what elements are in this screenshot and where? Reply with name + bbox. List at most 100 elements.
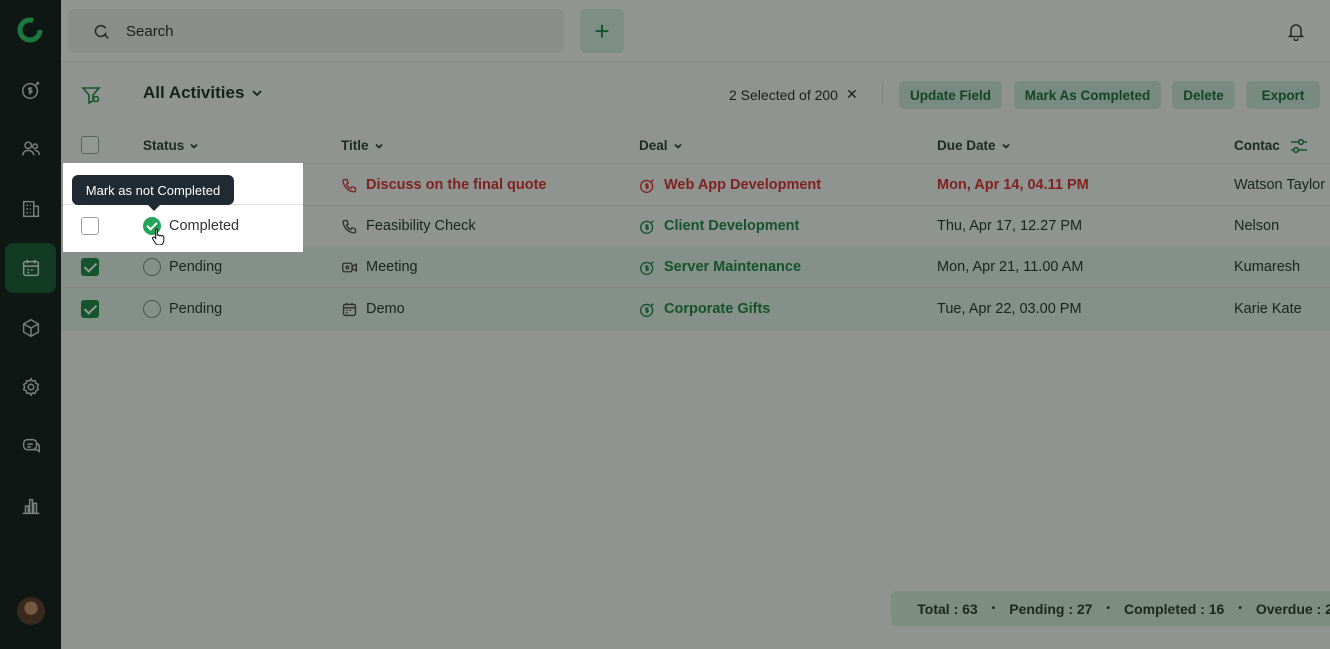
gear-icon [22,377,39,397]
row-checkbox[interactable] [81,217,99,235]
hand-cursor-icon [152,228,165,245]
summary-overdue: Overdue : 20 [1255,600,1330,617]
sidebar-item-messages[interactable] [5,421,56,471]
selection-info: 2 Selected of 200 ✕ [729,86,858,103]
main-area: Search + All Activities 2 Selected of 20… [61,0,1330,649]
calendar-icon [342,302,357,316]
calendar-icon [22,259,39,277]
sidebar-item-deals[interactable] [5,65,56,115]
export-button[interactable]: Export [1246,81,1320,109]
bar-chart-icon [22,498,39,515]
status-radio[interactable] [143,258,161,276]
select-all-checkbox[interactable] [81,136,99,154]
table-row[interactable]: Pending Demo Corporate Gifts Tue, Apr 22… [61,288,1330,330]
column-header-title[interactable]: Title [341,138,385,153]
due-date-cell: Mon, Apr 14, 04.11 PM [937,177,1089,193]
view-title: All Activities [143,83,245,102]
status-label: Completed [169,218,240,234]
box-icon [22,318,39,338]
status-cell[interactable]: Pending [143,246,222,288]
chat-icon [22,438,40,453]
column-header-deal[interactable]: Deal [639,138,684,153]
chevron-down-icon [1001,143,1010,149]
activity-title: Meeting [366,259,418,275]
summary-separator: • [1238,603,1242,614]
column-header-label: Contac [1234,138,1280,153]
users-icon [21,141,40,156]
title-cell[interactable]: Meeting [341,246,418,288]
contact-cell[interactable]: Kumaresh [1234,246,1300,288]
sidebar-item-companies[interactable] [5,184,56,234]
selected-count: 2 Selected of 200 [729,86,838,103]
view-selector[interactable]: All Activities [143,83,264,103]
activity-title: Feasibility Check [366,218,476,234]
status-label: Pending [169,259,223,275]
video-icon [342,262,357,272]
title-cell[interactable]: Feasibility Check [341,205,476,247]
row-checkbox[interactable] [81,300,99,318]
chevron-down-icon [252,90,263,97]
bell-icon[interactable] [1286,21,1306,41]
contact-cell[interactable]: Watson Taylor [1234,164,1325,206]
top-bar: Search + [61,0,1330,62]
dollar-target-icon [640,260,654,275]
deal-cell[interactable]: Corporate Gifts [639,288,770,330]
column-header-status[interactable]: Status [143,138,200,153]
add-button[interactable]: + [580,9,624,53]
status-cell[interactable]: Pending [143,288,222,330]
avatar[interactable] [17,597,45,625]
sidebar-item-products[interactable] [5,303,56,353]
sidebar-item-reports[interactable] [5,481,56,531]
sidebar-item-contacts[interactable] [5,124,56,174]
activity-title: Discuss on the final quote [366,177,547,193]
delete-button[interactable]: Delete [1172,81,1235,109]
search-input[interactable]: Search [68,9,564,53]
contact-cell[interactable]: Nelson [1234,205,1279,247]
deal-name: Client Development [664,218,800,234]
tooltip: Mark as not Completed [72,175,234,211]
sidebar [0,0,61,649]
status-radio[interactable] [143,300,161,318]
dollar-target-icon [640,178,654,193]
summary-pending: Pending : 27 [1009,600,1093,617]
row-checkbox[interactable] [81,258,99,276]
chevron-down-icon [190,143,198,149]
due-date-cell: Mon, Apr 21, 11.00 AM [937,259,1084,275]
deal-cell[interactable]: Server Maintenance [639,246,801,288]
summary-completed: Completed : 16 [1123,600,1225,617]
spotlight-row[interactable]: Completed [63,205,303,247]
clear-selection-icon[interactable]: ✕ [846,86,858,103]
deal-name: Web App Development [664,177,822,193]
divider [882,82,883,106]
title-cell[interactable]: Demo [341,288,405,330]
deal-name: Server Maintenance [664,259,802,275]
column-header-label: Status [143,138,185,153]
sidebar-item-activities[interactable] [5,243,56,293]
deal-name: Corporate Gifts [664,301,771,317]
title-cell[interactable]: Discuss on the final quote [341,164,546,206]
summary-separator: • [991,603,996,614]
deal-cell[interactable]: Client Development [639,205,799,247]
dollar-target-icon [640,219,654,234]
column-header-label: Deal [639,138,668,153]
column-header-contact[interactable]: Contac [1234,138,1280,153]
filter-icon[interactable] [81,85,101,105]
list-toolbar: All Activities 2 Selected of 200 ✕ Updat… [61,62,1330,126]
column-settings-icon[interactable] [1289,136,1309,156]
dollar-target-icon [21,81,39,99]
mark-as-completed-button[interactable]: Mark As Completed [1014,81,1161,109]
activity-title: Demo [366,301,405,317]
column-header-due-date[interactable]: Due Date [937,138,1012,153]
column-header-label: Due Date [937,138,996,153]
deal-cell[interactable]: Web App Development [639,164,821,206]
sidebar-item-settings[interactable] [5,362,56,412]
chevron-down-icon [374,143,383,149]
table-row[interactable]: Pending Meeting Server Maintenance Mon, … [61,246,1330,288]
due-date-cell: Thu, Apr 17, 12.27 PM [937,218,1083,234]
contact-cell[interactable]: Karie Kate [1234,288,1302,330]
update-field-button[interactable]: Update Field [899,81,1002,109]
phone-icon [342,178,357,193]
app-logo-icon[interactable] [17,17,43,43]
phone-icon [342,219,357,234]
search-placeholder: Search [126,22,174,40]
